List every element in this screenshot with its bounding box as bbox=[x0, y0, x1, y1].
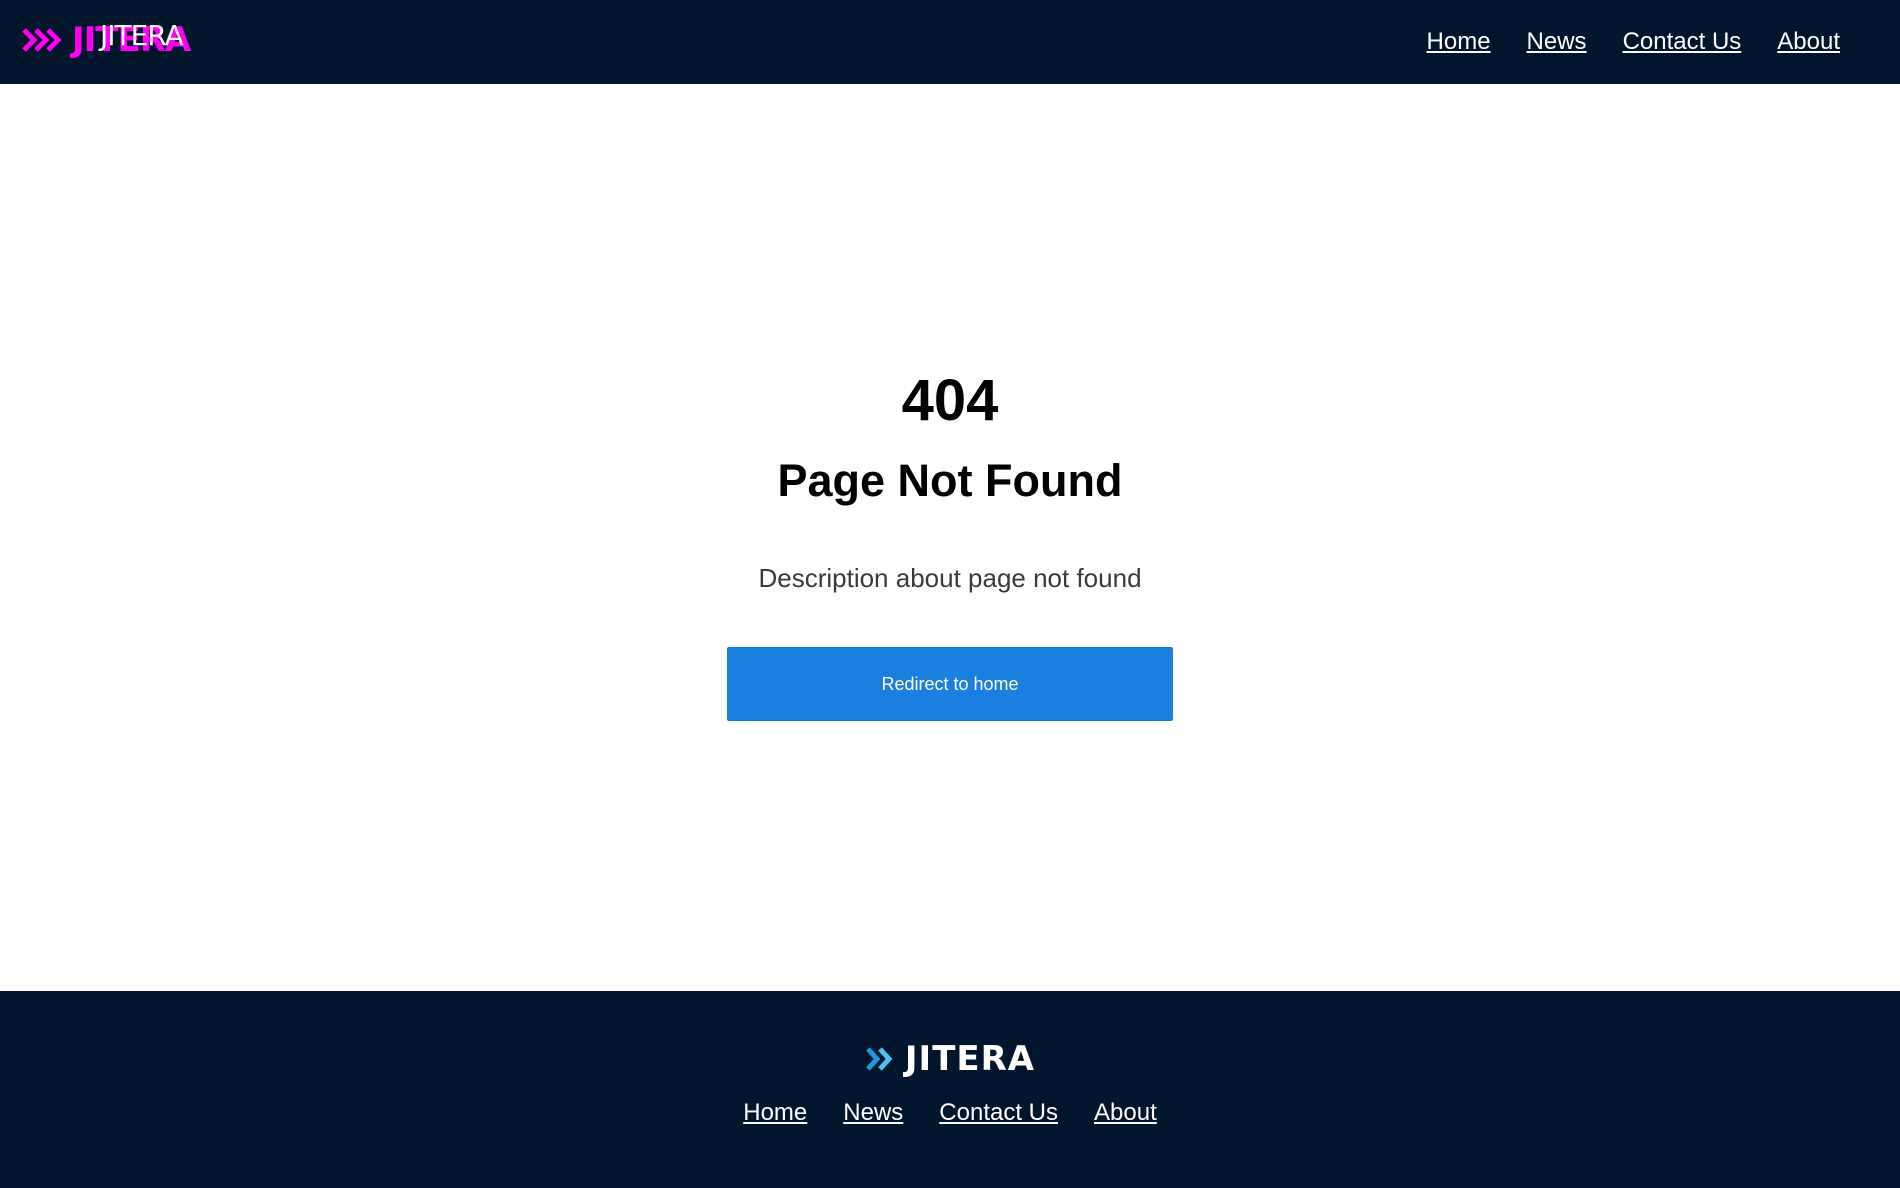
footer-nav-contact-us[interactable]: Contact Us bbox=[939, 1099, 1058, 1127]
header-nav-home[interactable]: Home bbox=[1427, 28, 1491, 56]
page-title: Page Not Found bbox=[777, 455, 1123, 506]
footer-nav-news[interactable]: News bbox=[843, 1099, 903, 1127]
footer-logo[interactable]: JITERA bbox=[0, 1039, 1900, 1079]
footer-nav-about[interactable]: About bbox=[1094, 1099, 1157, 1127]
page-description: Description about page not found bbox=[758, 563, 1142, 593]
header-nav-news[interactable]: News bbox=[1527, 28, 1587, 56]
redirect-home-button[interactable]: Redirect to home bbox=[727, 647, 1173, 721]
header-nav-contact-us[interactable]: Contact Us bbox=[1623, 28, 1742, 56]
footer-nav: Home News Contact Us About bbox=[0, 1099, 1900, 1127]
header-logo[interactable]: JITERA JITERA bbox=[22, 19, 191, 60]
site-footer: JITERA Home News Contact Us About bbox=[0, 991, 1900, 1188]
header-nav-about[interactable]: About bbox=[1777, 28, 1840, 56]
chevrons-logo-icon bbox=[866, 1047, 893, 1071]
header-nav: Home News Contact Us About bbox=[1391, 0, 1840, 84]
error-code: 404 bbox=[901, 368, 999, 433]
footer-nav-home[interactable]: Home bbox=[743, 1099, 807, 1127]
main-content: 404 Page Not Found Description about pag… bbox=[0, 84, 1900, 991]
chevrons-logo-icon bbox=[22, 28, 62, 52]
header-logo-ghost-text: JITERA bbox=[100, 19, 184, 52]
site-header: JITERA JITERA Home News Contact Us About bbox=[0, 0, 1900, 84]
footer-logo-text: JITERA bbox=[904, 1039, 1036, 1079]
header-logo-text: JITERA JITERA bbox=[72, 19, 191, 60]
